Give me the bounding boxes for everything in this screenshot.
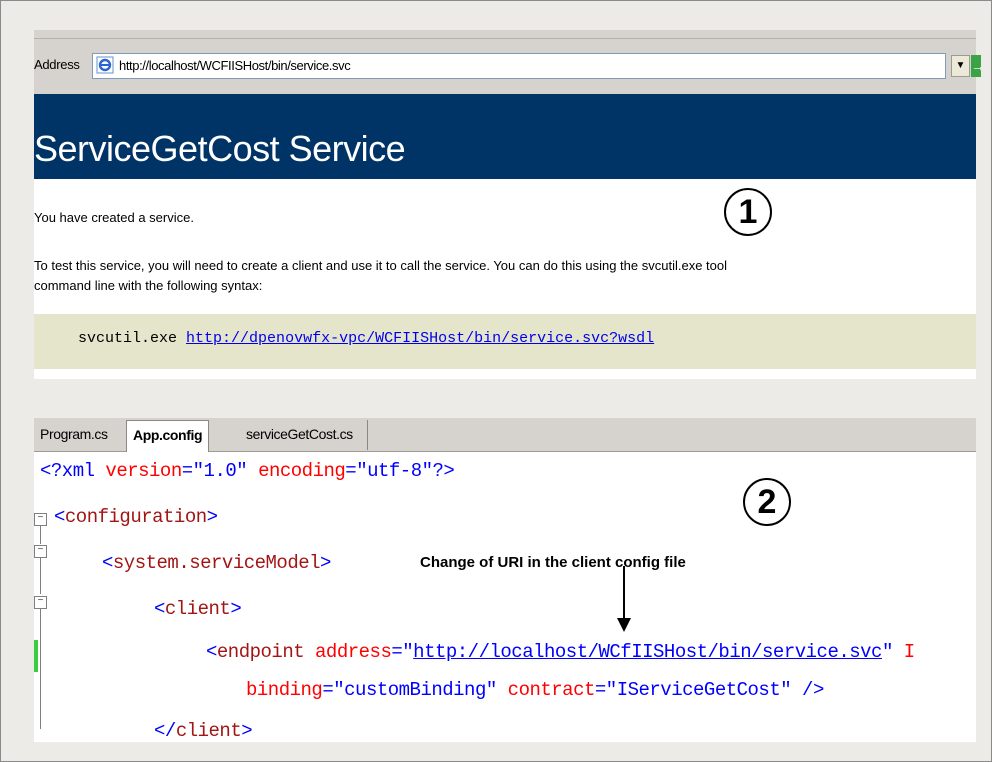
fold-toggle-icon[interactable]: − — [34, 513, 47, 526]
annotation-arrow-shaft — [623, 566, 625, 622]
ie-page-icon — [96, 56, 114, 74]
code-line-client: <client> — [154, 598, 242, 620]
code-line-system-servicemodel: <system.serviceModel> — [102, 552, 331, 574]
address-bar: Address http://localhost/WCFIISHost/bin/… — [34, 39, 981, 94]
wsdl-link[interactable]: http://dpenovwfx-vpc/WCFIISHost/bin/serv… — [186, 330, 654, 347]
fold-toggle-icon[interactable]: − — [34, 596, 47, 609]
editor-gutter: − − − — [34, 452, 54, 742]
created-text: You have created a service. — [34, 210, 194, 225]
svcutil-command-box: svcutil.exe http://dpenovwfx-vpc/WCFIISH… — [34, 314, 976, 369]
address-input[interactable]: http://localhost/WCFIISHost/bin/service.… — [92, 53, 946, 79]
code-line-configuration: <configuration> — [54, 506, 218, 528]
address-dropdown-button[interactable]: ▼ — [951, 55, 970, 77]
service-content: You have created a service. To test this… — [34, 179, 976, 379]
command-name: svcutil.exe — [78, 330, 178, 347]
address-url: http://localhost/WCFIISHost/bin/service.… — [119, 58, 351, 73]
go-button[interactable]: → — [971, 55, 981, 77]
browser-toolbar-strip — [34, 30, 976, 39]
code-line-binding: binding="customBinding" contract="IServi… — [246, 679, 824, 701]
tab-program-cs[interactable]: Program.cs — [40, 420, 108, 450]
test-instructions: To test this service, you will need to c… — [34, 256, 976, 296]
code-line-endpoint: <endpoint address="http://localhost/WCfI… — [206, 641, 915, 663]
callout-1: 1 — [724, 188, 772, 236]
endpoint-address-uri: http://localhost/WCfIISHost/bin/service.… — [413, 641, 882, 663]
code-editor[interactable]: − − − <?xml version="1.0" encoding="utf-… — [34, 452, 976, 742]
svcutil-command: svcutil.exe http://dpenovwfx-vpc/WCFIISH… — [78, 330, 654, 347]
tab-servicegetcost-cs[interactable]: serviceGetCost.cs — [246, 420, 368, 450]
fold-toggle-icon[interactable]: − — [34, 545, 47, 558]
annotation-arrow-icon — [617, 618, 631, 632]
callout-2: 2 — [743, 478, 791, 526]
test-instructions-line-2: command line with the following syntax: — [34, 278, 263, 293]
changed-line-marker — [34, 640, 38, 672]
fold-line — [40, 558, 41, 594]
address-label: Address — [34, 57, 80, 72]
test-instructions-line-1: To test this service, you will need to c… — [34, 258, 727, 273]
tab-app-config[interactable]: App.config — [126, 420, 210, 452]
editor-tab-bar: Program.cs App.config serviceGetCost.cs — [34, 418, 976, 452]
service-header: ServiceGetCost Service — [34, 94, 976, 179]
fold-line — [40, 609, 41, 729]
code-line-xml-decl: <?xml version="1.0" encoding="utf-8"?> — [40, 460, 455, 482]
annotation-text: Change of URI in the client config file — [420, 554, 686, 571]
code-line-client-close: </client> — [154, 720, 253, 742]
fold-line — [40, 526, 41, 544]
page-title: ServiceGetCost Service — [34, 128, 406, 169]
